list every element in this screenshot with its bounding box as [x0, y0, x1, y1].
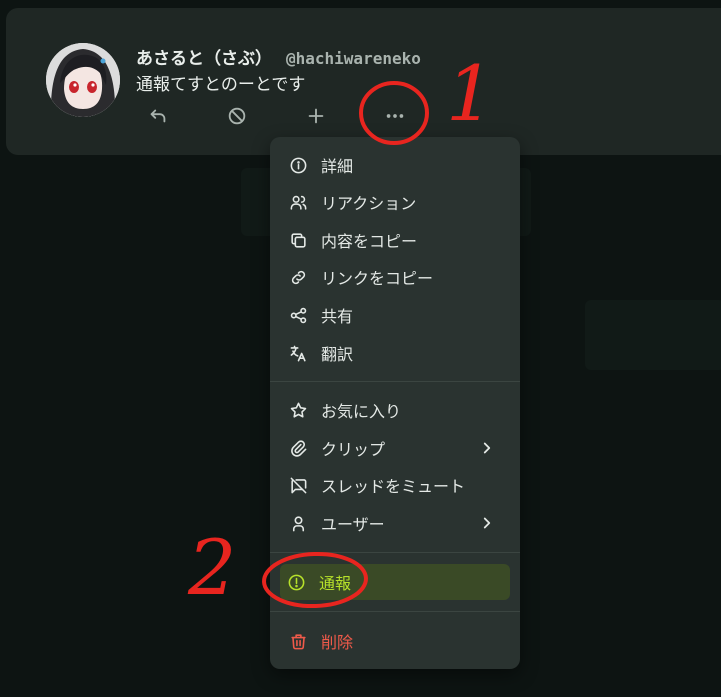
- menu-divider: [270, 552, 520, 553]
- menu-item-label: リンクをコピー: [321, 269, 434, 288]
- share-icon: [288, 305, 308, 325]
- menu-item-clip[interactable]: クリップ: [282, 430, 508, 466]
- more-dots-icon: [386, 114, 404, 118]
- user-icon: [288, 513, 308, 533]
- menu-item-label: お気に入り: [321, 402, 402, 421]
- author-name[interactable]: あさると（さぶ）: [136, 49, 272, 69]
- exclamation-circle-icon: [286, 572, 306, 592]
- background-panel: [585, 300, 721, 370]
- author-username[interactable]: @hachiwareneko: [286, 49, 421, 68]
- react-button[interactable]: [298, 98, 334, 134]
- menu-item-label: リアクション: [321, 194, 417, 213]
- menu-item-label: 詳細: [321, 157, 354, 176]
- menu-divider: [270, 381, 520, 382]
- info-circle-icon: [288, 155, 308, 175]
- menu-item-reactions[interactable]: リアクション: [282, 184, 508, 220]
- menu-item-details[interactable]: 詳細: [282, 147, 508, 183]
- menu-item-label: ユーザー: [321, 515, 385, 534]
- avatar[interactable]: [46, 43, 120, 117]
- menu-item-delete[interactable]: 削除: [282, 623, 508, 659]
- annotation-number-two: 2: [188, 523, 237, 612]
- menu-item-label: 翻訳: [321, 345, 354, 364]
- ban-icon: [228, 107, 246, 125]
- menu-item-user[interactable]: ユーザー: [282, 505, 508, 541]
- chevron-right-icon: [483, 517, 491, 529]
- menu-item-label: 内容をコピー: [321, 232, 418, 251]
- note-text: 通報てすとのーとです: [136, 75, 306, 95]
- menu-item-favorite[interactable]: お気に入り: [282, 392, 508, 428]
- menu-item-label: クリップ: [321, 440, 386, 459]
- renote-disabled-button[interactable]: [219, 98, 255, 134]
- menu-item-label: スレッドをミュート: [321, 477, 466, 496]
- note-context-menu: 詳細 リアクション 内容をコピー リンクをコピー 共有 翻訳 お気に入り クリッ…: [270, 137, 520, 669]
- more-button[interactable]: [377, 98, 413, 134]
- menu-item-label: 削除: [321, 633, 354, 652]
- copy-icon: [288, 230, 308, 250]
- menu-item-copy-link[interactable]: リンクをコピー: [282, 259, 508, 295]
- trash-icon: [288, 631, 308, 651]
- message-off-icon: [288, 475, 308, 495]
- menu-item-label: 通報: [319, 574, 352, 593]
- star-icon: [288, 400, 308, 420]
- reply-button[interactable]: [140, 98, 176, 134]
- note-header: あさると（さぶ） @hachiwareneko: [136, 44, 421, 69]
- users-icon: [288, 192, 308, 212]
- menu-item-share[interactable]: 共有: [282, 297, 508, 333]
- translate-icon: [288, 343, 308, 363]
- paperclip-icon: [288, 438, 308, 458]
- chevron-right-icon: [483, 442, 491, 454]
- reply-icon: [150, 109, 166, 123]
- menu-item-copy-content[interactable]: 内容をコピー: [282, 222, 508, 258]
- menu-item-mute-thread[interactable]: スレッドをミュート: [282, 467, 508, 503]
- menu-item-report[interactable]: 通報: [280, 564, 510, 600]
- plus-icon: [308, 108, 324, 124]
- menu-divider: [270, 611, 520, 612]
- menu-item-label: 共有: [321, 307, 354, 326]
- link-icon: [288, 267, 308, 287]
- menu-item-translate[interactable]: 翻訳: [282, 335, 508, 371]
